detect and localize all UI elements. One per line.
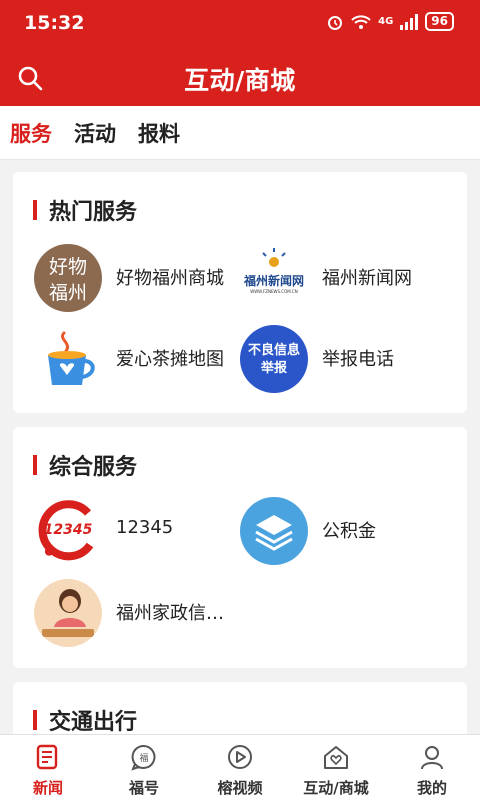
page-title: 互动/商城 xyxy=(184,66,296,95)
service-item-report-hotline[interactable]: 不良信息 举报 举报电话 xyxy=(240,325,450,393)
nav-label: 榕视频 xyxy=(217,779,263,797)
tab-activities[interactable]: 活动 xyxy=(74,118,116,148)
header: 互动/商城 xyxy=(0,48,480,106)
nav-item-interactive-mall[interactable]: 互动/商城 xyxy=(288,735,384,800)
fznews-logo: 福州新闻网 WWW.FZNEWS.COM.CN xyxy=(240,244,308,312)
service-label: 福州新闻网 xyxy=(322,268,412,289)
nav-label: 新闻 xyxy=(32,779,63,797)
battery-icon: 96 xyxy=(425,12,454,31)
service-item-fznews[interactable]: 福州新闻网 WWW.FZNEWS.COM.CN 福州新闻网 xyxy=(240,244,450,312)
section-marker xyxy=(33,455,37,475)
alarm-icon xyxy=(328,15,343,30)
status-time: 15:32 xyxy=(24,12,85,34)
layers-icon xyxy=(240,497,308,565)
general-services-card: 综合服务 12345 12345 公积金 福州家政信… xyxy=(13,427,467,668)
nav-label: 互动/商城 xyxy=(303,779,369,797)
haowu-fuzhou-logo: 好物 福州 xyxy=(34,244,102,312)
video-play-icon xyxy=(228,745,252,769)
nav-item-mine[interactable]: 我的 xyxy=(384,735,480,800)
tab-bar: 服务 活动 报料 xyxy=(0,106,480,160)
section-title-transport: 交通出行 xyxy=(49,710,138,735)
status-bar: 15:32 4G 96 xyxy=(0,0,480,48)
report-badge-icon: 不良信息 举报 xyxy=(240,325,308,393)
service-item-housekeeping[interactable]: 福州家政信… xyxy=(34,579,244,647)
section-marker xyxy=(33,200,37,220)
tea-cup-icon xyxy=(34,325,102,393)
service-item-haowu-fuzhou[interactable]: 好物 福州 好物福州商城 xyxy=(34,244,244,312)
nav-item-fuhao[interactable]: 福 福号 xyxy=(96,735,192,800)
home-heart-icon xyxy=(324,746,348,769)
nav-label: 福号 xyxy=(128,779,159,797)
service-label: 举报电话 xyxy=(322,349,394,370)
tab-news-tips[interactable]: 报料 xyxy=(138,118,180,148)
section-title-hot-services: 热门服务 xyxy=(49,200,138,225)
network-type-label: 4G xyxy=(378,16,394,27)
nav-item-news[interactable]: 新闻 xyxy=(0,735,96,800)
svg-text:福: 福 xyxy=(139,752,148,764)
user-icon xyxy=(421,746,443,770)
service-item-tea-stall-map[interactable]: 爱心茶摊地图 xyxy=(34,325,244,393)
service-label: 爱心茶摊地图 xyxy=(116,349,224,370)
hotline-12345-logo: 12345 xyxy=(34,497,102,565)
fuhao-icon: 福 xyxy=(131,744,156,771)
nav-label: 我的 xyxy=(416,779,447,797)
service-item-housing-fund[interactable]: 公积金 xyxy=(240,497,450,565)
service-label: 福州家政信… xyxy=(116,603,224,624)
service-label: 公积金 xyxy=(322,521,376,542)
service-item-12345[interactable]: 12345 12345 xyxy=(34,497,244,565)
service-label: 好物福州商城 xyxy=(116,268,224,289)
bottom-nav: 新闻 福 福号 榕视频 互动/商城 我的 xyxy=(0,734,480,800)
tab-services[interactable]: 服务 xyxy=(10,118,52,148)
nav-item-video[interactable]: 榕视频 xyxy=(192,735,288,800)
section-title-general-services: 综合服务 xyxy=(49,455,138,480)
news-icon xyxy=(36,744,58,770)
wifi-icon xyxy=(351,14,371,29)
status-icons: 4G 96 xyxy=(326,12,454,31)
housekeeping-avatar xyxy=(34,579,102,647)
service-label: 12345 xyxy=(116,517,174,538)
hot-services-card: 热门服务 好物 福州 好物福州商城 福州新闻网 WWW.FZNEWS.COM.C… xyxy=(13,172,467,413)
signal-icon xyxy=(400,13,419,30)
section-marker xyxy=(33,710,37,730)
